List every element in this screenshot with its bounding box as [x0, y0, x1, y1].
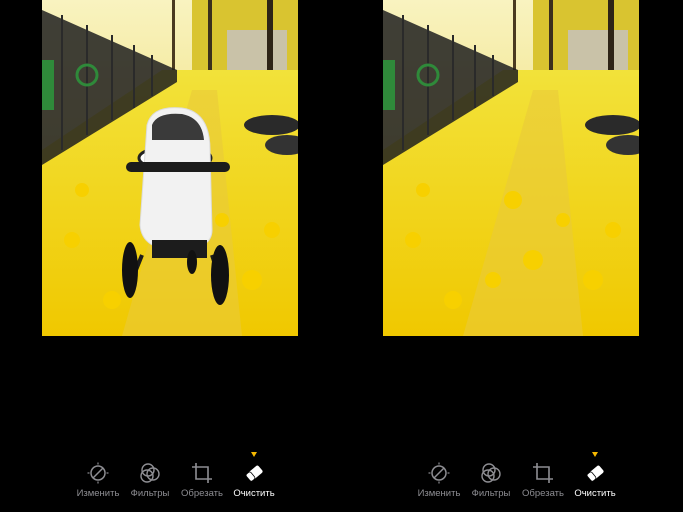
tool-crop[interactable]: Обрезать — [517, 452, 569, 499]
adjust-icon — [428, 462, 450, 484]
edit-toolbar: Изменить Фильтры Обрезать Очистить — [72, 452, 275, 508]
before-panel: Изменить Фильтры Обрезать Очистить — [42, 0, 342, 512]
tool-cleanup-label: Очистить — [233, 488, 275, 499]
tool-filters[interactable]: Фильтры — [124, 452, 176, 499]
tool-filters[interactable]: Фильтры — [465, 452, 517, 499]
tool-adjust-label: Изменить — [417, 488, 461, 499]
after-panel: Изменить Фильтры Обрезать Очистить — [383, 0, 683, 512]
tool-cleanup[interactable]: Очистить — [228, 452, 280, 499]
active-marker — [592, 452, 598, 457]
tool-adjust[interactable]: Изменить — [72, 452, 124, 499]
crop-icon — [533, 463, 553, 483]
filters-icon — [481, 463, 501, 483]
filters-icon — [140, 463, 160, 483]
tool-cleanup-label: Очистить — [574, 488, 616, 499]
edit-toolbar: Изменить Фильтры Обрезать Очистить — [413, 452, 616, 508]
tool-adjust-label: Изменить — [76, 488, 120, 499]
photo-before — [42, 0, 298, 336]
crop-icon — [192, 463, 212, 483]
active-marker — [251, 452, 257, 457]
tool-crop-label: Обрезать — [522, 488, 564, 499]
tool-cleanup[interactable]: Очистить — [569, 452, 621, 499]
tool-filters-label: Фильтры — [130, 488, 170, 499]
tool-crop-label: Обрезать — [181, 488, 223, 499]
eraser-icon — [586, 465, 604, 482]
tool-adjust[interactable]: Изменить — [413, 452, 465, 499]
eraser-icon — [245, 465, 263, 482]
tool-filters-label: Фильтры — [471, 488, 511, 499]
adjust-icon — [87, 462, 109, 484]
photo-after — [383, 0, 639, 336]
tool-crop[interactable]: Обрезать — [176, 452, 228, 499]
